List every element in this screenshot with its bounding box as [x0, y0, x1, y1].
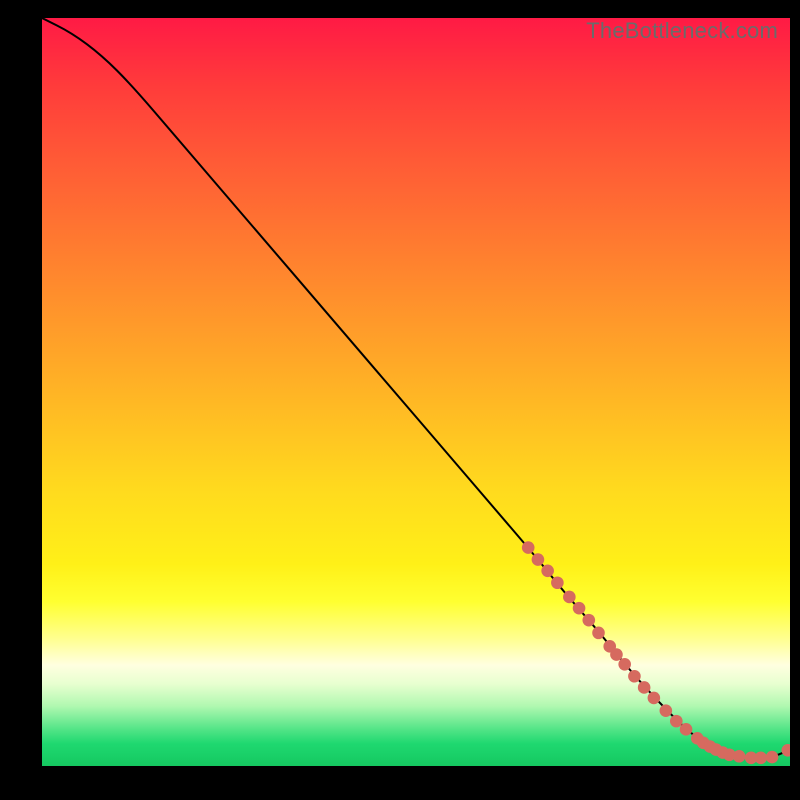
data-marker — [532, 553, 545, 566]
data-marker — [755, 751, 768, 764]
data-marker — [522, 541, 535, 554]
chart-svg — [42, 18, 790, 766]
bottleneck-curve — [42, 18, 790, 758]
data-marker — [592, 627, 605, 640]
data-marker — [648, 692, 661, 705]
data-marker — [638, 681, 651, 694]
data-marker — [733, 750, 746, 763]
data-marker — [573, 602, 586, 615]
data-marker — [781, 744, 790, 757]
data-marker — [563, 591, 576, 604]
watermark-text: TheBottleneck.com — [586, 18, 778, 44]
data-marker — [582, 614, 595, 627]
data-marker — [680, 723, 693, 736]
data-marker — [610, 648, 623, 661]
plot-area: TheBottleneck.com — [42, 18, 790, 766]
data-marker — [660, 704, 673, 717]
data-marker — [618, 658, 631, 671]
data-marker — [766, 751, 779, 764]
data-marker — [551, 576, 564, 589]
chart-outer: TheBottleneck.com — [0, 0, 800, 800]
data-marker — [670, 715, 683, 728]
data-marker — [541, 564, 554, 577]
data-marker — [628, 670, 641, 683]
data-markers — [522, 541, 790, 764]
